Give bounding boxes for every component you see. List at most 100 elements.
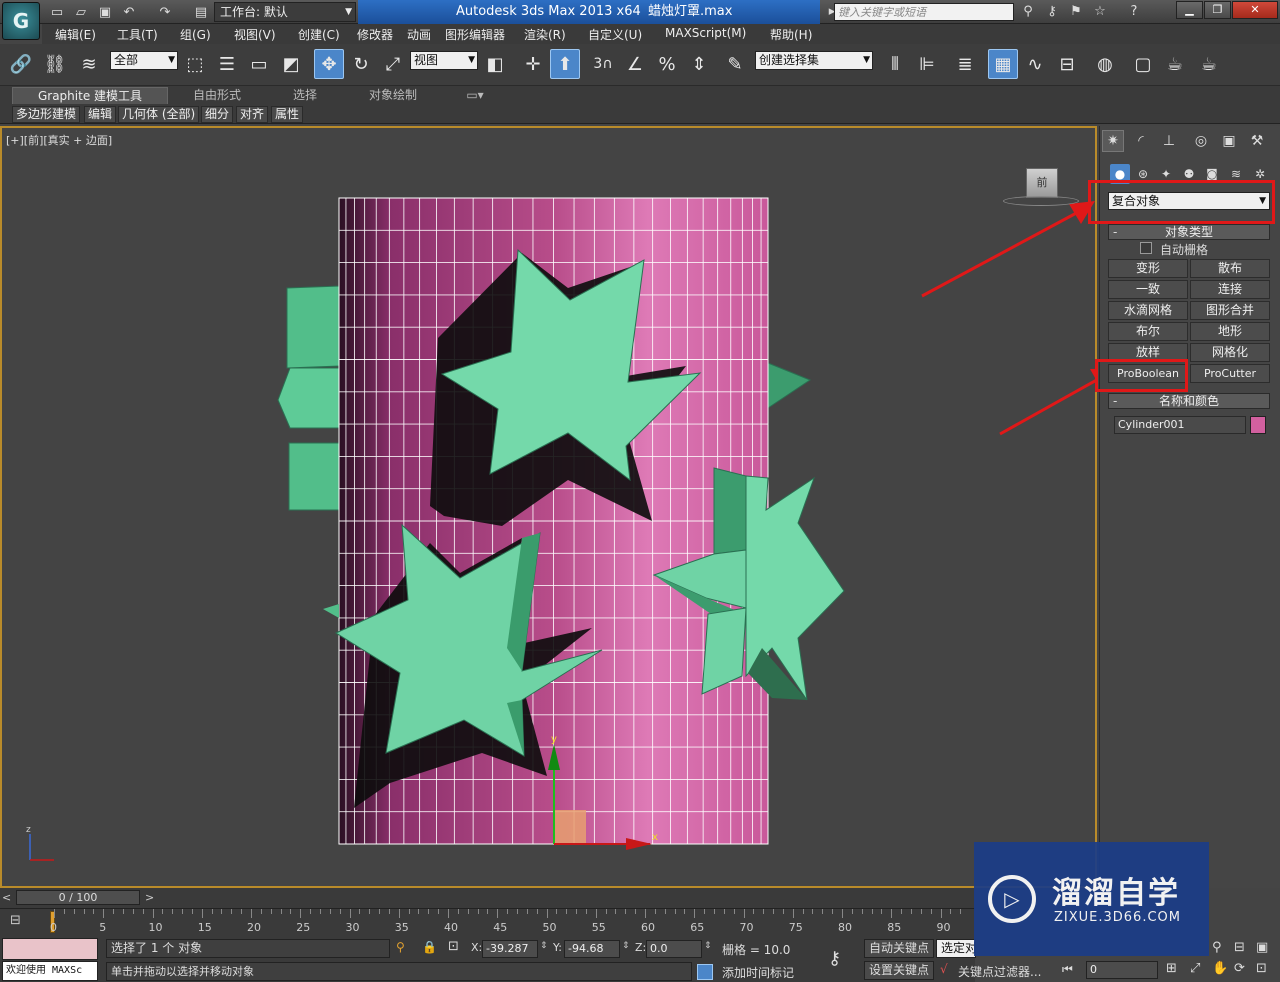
display-tab-icon[interactable]: ▣	[1218, 130, 1240, 152]
spinner-icon[interactable]: ⇕	[704, 941, 712, 951]
add-time-tag-label[interactable]: 添加时间标记	[722, 964, 794, 981]
rendered-frame-window-icon[interactable]: ☕	[1160, 49, 1190, 79]
communication-icon[interactable]: ⚑	[1066, 3, 1086, 21]
set-key-button[interactable]: 设置关键点	[864, 961, 934, 980]
object-name-input[interactable]: Cylinder001	[1114, 416, 1246, 434]
key-mode-dropdown[interactable]: 选定对	[936, 939, 976, 958]
percent-snap-icon[interactable]: %	[652, 49, 682, 79]
render-production-icon[interactable]: ☕	[1194, 49, 1224, 79]
tab-object-paint[interactable]: 对象绘制	[348, 87, 438, 104]
utilities-tab-icon[interactable]: ⚒	[1246, 130, 1268, 152]
maximize-viewport-icon[interactable]: ⊡	[1256, 961, 1267, 976]
panel-polygon-modeling[interactable]: 多边形建模	[12, 106, 81, 123]
blobmesh-button[interactable]: 水滴网格	[1108, 301, 1188, 320]
right-spike-object[interactable]	[767, 362, 812, 409]
unlink-icon[interactable]: ⛓	[40, 49, 70, 79]
modify-tab-icon[interactable]: ◜	[1130, 130, 1152, 152]
field-of-view-icon[interactable]: ▣	[1256, 940, 1268, 955]
autogrid-checkbox[interactable]	[1140, 242, 1152, 254]
tab-selection[interactable]: 选择	[266, 87, 344, 104]
boolean-button[interactable]: 布尔	[1108, 322, 1188, 341]
close-button[interactable]: ✕	[1232, 1, 1278, 19]
subscription-icon[interactable]: ⚷	[1042, 3, 1062, 21]
search-input[interactable]: 键入关键字或短语	[834, 3, 1014, 21]
next-frame-icon[interactable]: >	[145, 891, 154, 904]
terrain-button[interactable]: 地形	[1190, 322, 1270, 341]
open-file-icon[interactable]: ▱	[72, 3, 90, 21]
edit-named-selection-icon[interactable]: ✎	[720, 49, 750, 79]
favorites-star-icon[interactable]: ☆	[1090, 3, 1110, 21]
mirror-icon[interactable]: ⫴	[880, 49, 910, 79]
manipulate-icon[interactable]: ✛	[518, 49, 548, 79]
named-selection-sets-dropdown[interactable]: 创建选择集 ▼	[755, 51, 873, 70]
mesher-button[interactable]: 网格化	[1190, 343, 1270, 362]
morph-button[interactable]: 变形	[1108, 259, 1188, 278]
render-setup-icon[interactable]: ▢	[1128, 49, 1158, 79]
select-object-icon[interactable]: ⬚	[180, 49, 210, 79]
zoom-all-icon[interactable]: ⊟	[1234, 940, 1245, 955]
procutter-button[interactable]: ProCutter	[1190, 364, 1270, 383]
rollout-object-type[interactable]: - 对象类型	[1108, 224, 1270, 240]
snaps-toggle-icon[interactable]: 3 ∩	[588, 49, 618, 79]
project-folder-icon[interactable]: ▤	[192, 3, 210, 21]
key-icon[interactable]: ⚷	[828, 948, 841, 969]
tab-graphite-modeling[interactable]: Graphite 建模工具	[12, 87, 168, 104]
y-coordinate-input[interactable]: -94.68	[564, 940, 620, 958]
layer-manager-icon[interactable]: ≣	[950, 49, 980, 79]
x-coordinate-input[interactable]: -39.287	[482, 940, 538, 958]
mini-curve-editor-icon[interactable]: ⊟	[10, 913, 21, 928]
material-editor-icon[interactable]: ◍	[1090, 49, 1120, 79]
reference-coordinate-dropdown[interactable]: 视图 ▼	[410, 51, 478, 70]
motion-tab-icon[interactable]: ◎	[1190, 130, 1212, 152]
schematic-view-icon[interactable]: ⊟	[1052, 49, 1082, 79]
help-icon[interactable]: ?	[1124, 3, 1144, 21]
viewcube[interactable]: 前	[1026, 168, 1058, 198]
window-crossing-icon[interactable]: ◩	[276, 49, 306, 79]
new-file-icon[interactable]: ▭	[48, 3, 66, 21]
maxscript-listener-mini[interactable]	[2, 938, 98, 960]
menu-tools[interactable]: 工具(T)	[117, 26, 158, 43]
binoculars-icon[interactable]: ⚲	[1018, 3, 1038, 21]
menu-modifiers[interactable]: 修改器	[357, 26, 393, 43]
select-scale-icon[interactable]: ⤢	[378, 49, 408, 79]
conform-button[interactable]: 一致	[1108, 280, 1188, 299]
menu-group[interactable]: 组(G)	[180, 26, 211, 43]
panel-geometry-all[interactable]: 几何体 (全部)	[118, 106, 200, 123]
restore-button[interactable]: ❐	[1204, 1, 1231, 19]
panel-subdivision[interactable]: 细分	[201, 106, 234, 123]
app-logo[interactable]: G	[2, 2, 40, 40]
menu-help[interactable]: 帮助(H)	[770, 26, 812, 43]
graphite-toggle-icon[interactable]: ▦	[988, 49, 1018, 79]
auto-key-button[interactable]: 自动关键点	[864, 939, 934, 958]
menu-edit[interactable]: 编辑(E)	[55, 26, 96, 43]
zoom-icon[interactable]: ⚲	[1212, 940, 1222, 955]
select-rotate-icon[interactable]: ↻	[346, 49, 376, 79]
panel-align[interactable]: 对齐	[236, 106, 269, 123]
link-icon[interactable]: 🔗	[6, 49, 36, 79]
zoom-extents-icon[interactable]: ⤢	[1190, 961, 1200, 976]
spinner-snap-icon[interactable]: ⇕	[684, 49, 714, 79]
menu-customize[interactable]: 自定义(U)	[588, 26, 642, 43]
spinner-icon[interactable]: ⇕	[540, 941, 548, 951]
select-move-icon[interactable]: ✥	[314, 49, 344, 79]
menu-rendering[interactable]: 渲染(R)	[524, 26, 566, 43]
isolate-selection-icon[interactable]: ⚲	[396, 940, 405, 954]
menu-animation[interactable]: 动画	[407, 26, 431, 43]
time-config-icon[interactable]: ⊞	[1166, 961, 1177, 976]
current-frame-input[interactable]: 0	[1086, 961, 1158, 979]
time-tag-icon[interactable]	[697, 964, 713, 980]
prev-frame-icon[interactable]: <	[2, 891, 11, 904]
bind-space-warp-icon[interactable]: ≋	[74, 49, 104, 79]
time-slider[interactable]: 0 / 100	[16, 890, 140, 905]
object-color-swatch[interactable]	[1250, 416, 1266, 434]
keyboard-shortcut-override-icon[interactable]: ⬆	[550, 49, 580, 79]
menu-maxscript[interactable]: MAXScript(M)	[665, 26, 746, 40]
pan-view-icon[interactable]: ✋	[1212, 961, 1228, 976]
create-tab-icon[interactable]: ✷	[1102, 130, 1124, 152]
track-bar[interactable]: ⊟ 0 5 10 15 20 25 30 35 40 45 50 55 60 65 70 75 80 85 90	[0, 908, 975, 936]
viewcube-compass[interactable]	[1003, 196, 1079, 206]
panel-properties[interactable]: 属性	[271, 106, 304, 123]
tab-freeform[interactable]: 自由形式	[172, 87, 262, 104]
go-to-start-icon[interactable]: ⏮	[1062, 962, 1073, 977]
front-viewport[interactable]: [+][前][真实 + 边面] y x z 前	[0, 126, 1097, 888]
